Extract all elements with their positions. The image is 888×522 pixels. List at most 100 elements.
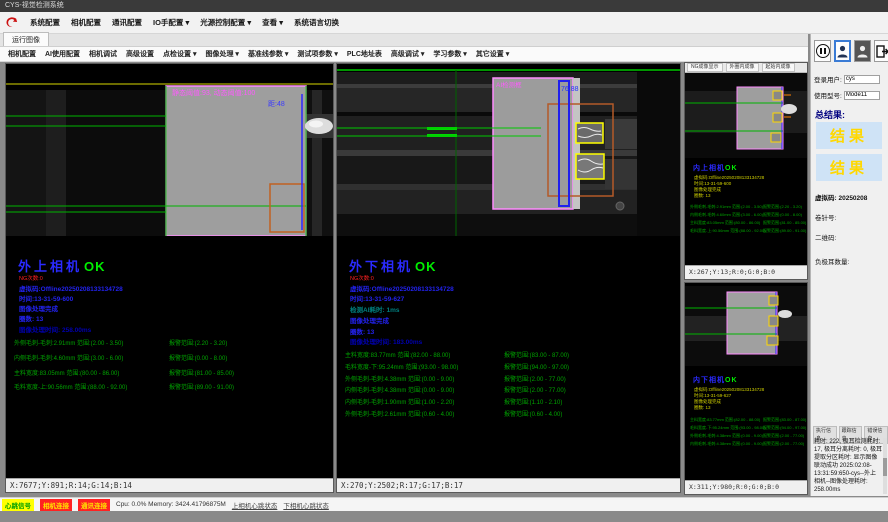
camera-connection-badge: 相机连接 <box>40 499 72 511</box>
camera1-title: 外上相机OK <box>18 256 106 275</box>
tool-camera-debug[interactable]: 相机调试 <box>89 49 117 59</box>
tool-camera-config[interactable]: 相机配置 <box>8 49 36 59</box>
pause-icon <box>816 44 830 58</box>
heartbeat-badge: 心跳信号 <box>2 499 34 511</box>
login-user-label: 登录用户: <box>814 74 842 84</box>
window-title: CYS-视觉检测系统 <box>5 2 64 9</box>
exit-door-icon <box>876 45 888 58</box>
user-icon <box>837 45 848 58</box>
tool-spot-check[interactable]: 点检设置 ▾ <box>163 49 196 59</box>
camera1-barcode: 虚拟码:Offline20250208133134728 <box>19 283 123 293</box>
camera1-proc-time: 图像处理时间: 258.00ms <box>19 324 91 334</box>
menu-io-config[interactable]: IO手配置 ▾ <box>153 17 189 28</box>
tool-other-settings[interactable]: 其它设置 ▾ <box>476 49 509 59</box>
preview-top-coordinate-bar: X:267;Y:13;R:0;G:0;B:0 <box>685 265 807 279</box>
user-dark-icon <box>857 45 868 58</box>
log-scrollbar[interactable] <box>883 438 887 494</box>
camera2-title: 外下相机OK <box>349 256 437 275</box>
menu-light-config[interactable]: 光源控制配置 ▾ <box>200 17 251 28</box>
alarm-range: 报警范围:(2.00 - 77.00) <box>504 374 566 383</box>
camera2-proc-time: 图像处理时间: 183.00ms <box>350 336 422 346</box>
upper-camera-heartbeat-link[interactable]: 上相机心跳状态 <box>232 500 278 510</box>
preview-tab-strip: NG成像显示 外圈内成像 起始内成像 <box>685 63 807 73</box>
menu-language-switch[interactable]: 系统语言切换 <box>294 17 339 28</box>
app-window: CYS-视觉检测系统 系统配置 相机配置 通讯配置 IO手配置 ▾ 光源控制配置… <box>0 0 888 522</box>
tab-ng-image[interactable]: NG成像显示 <box>687 63 723 72</box>
tool-learning-params[interactable]: 学习参数 ▾ <box>433 49 466 59</box>
tab-outer-ring-image[interactable]: 外圈内成像 <box>726 63 759 72</box>
camera2-done: 图像处理完成 <box>350 315 389 325</box>
control-button-row <box>814 40 888 62</box>
alarm-range: 报警范围:(83.00 - 87.00) <box>763 417 806 423</box>
preview-top-title: 内上相机OK <box>693 163 738 173</box>
measurement-row: 主料宽度:83.05mm 范围:(80.00 - 86.00) <box>14 368 119 377</box>
log-scrollbar-thumb[interactable] <box>883 458 887 476</box>
preview-panel-inner-top: NG成像显示 外圈内成像 起始内成像 内上相机OK 虚拟码:Offline202… <box>684 62 808 280</box>
model-row: 使用型号: <box>814 90 880 100</box>
camera1-status: OK <box>84 259 106 274</box>
menu-view[interactable]: 查看 ▾ <box>262 17 283 28</box>
barcode-row: 虚拟码: 20250208 <box>815 192 867 202</box>
camera2-barcode: 虚拟码:Offline20250208133134728 <box>350 283 454 293</box>
camera1-done: 图像处理完成 <box>19 303 58 313</box>
user-manage-button[interactable] <box>854 40 871 62</box>
measurement-row: 外侧毛刺-毛刺:4.38mm 范围:(0.00 - 9.00) <box>690 433 763 439</box>
ai-box-overlay-label: AI检测框 <box>496 80 522 89</box>
qr-code-row: 二维码: <box>815 232 836 242</box>
preview-bottom-coordinate-bar: X:311;Y:980;R:0;G:0;B:0 <box>685 480 807 494</box>
toolbar: 相机配置 AI使用配置 相机调试 高级设置 点检设置 ▾ 图像处理 ▾ 基准线参… <box>0 47 808 62</box>
alarm-range: 报警范围:(2.20 - 3.20) <box>763 204 802 210</box>
tool-advanced-settings[interactable]: 高级设置 <box>126 49 154 59</box>
menu-camera-config[interactable]: 相机配置 <box>71 17 101 28</box>
tool-advanced-debug[interactable]: 高级调试 ▾ <box>391 49 424 59</box>
preview-image-inner-top[interactable] <box>685 73 807 158</box>
measurement-row: 外侧毛刺-毛刺:2.61mm 范围:(0.60 - 4.00) <box>345 409 454 418</box>
preview-image-inner-bottom[interactable] <box>685 286 807 366</box>
app-logo-icon <box>4 15 19 30</box>
measurement-row: 外侧毛刺-毛刺:4.38mm 范围:(0.00 - 9.00) <box>345 374 454 383</box>
user-button[interactable] <box>834 40 851 62</box>
tab-strip: 运行图像 <box>0 34 808 47</box>
login-user-field[interactable] <box>844 75 880 84</box>
menu-system-config[interactable]: 系统配置 <box>30 17 60 28</box>
alarm-range: 报警范围:(94.00 - 97.00) <box>504 362 569 371</box>
tool-baseline-params[interactable]: 基准线参数 ▾ <box>248 49 288 59</box>
camera-image-outer-top[interactable]: 静态阈值:93, 动态阈值:100 距:48 <box>6 64 333 236</box>
tool-test-params[interactable]: 测试项参数 ▾ <box>297 49 337 59</box>
measurement-row: 内侧毛刺-毛刺:4.60mm 范围:(3.00 - 6.00) <box>690 212 763 218</box>
width-overlay-value: 76.88 <box>561 86 579 93</box>
preview-bottom-title: 内下相机OK <box>693 375 738 385</box>
tab-run-image[interactable]: 运行图像 <box>3 32 49 46</box>
status-bar: 心跳信号 相机连接 通讯连接 Cpu: 0.0% Memory: 3424.41… <box>0 497 888 511</box>
gap-overlay-label: 距:48 <box>268 100 285 108</box>
title-bar: CYS-视觉检测系统 <box>0 0 888 12</box>
camera2-ai-time: 检测AI耗时: 1ms <box>350 304 399 314</box>
tool-image-processing[interactable]: 图像处理 ▾ <box>205 49 238 59</box>
tool-ai-config[interactable]: AI使用配置 <box>45 49 80 59</box>
alarm-range: 报警范围:(81.00 - 85.00) <box>763 220 806 226</box>
lower-camera-heartbeat-link[interactable]: 下相机心跳状态 <box>283 500 329 510</box>
login-user-row: 登录用户: <box>814 74 880 84</box>
measurement-row: 毛料宽度-下:95.24mm 范围:(93.00 - 98.00) <box>690 425 766 431</box>
alarm-range: 报警范围:(89.00 - 91.00) <box>763 228 806 234</box>
alarm-range: 报警范围:(1.10 - 2.10) <box>504 397 562 406</box>
pin-number-row: 卷针号: <box>815 212 836 222</box>
camera-image-outer-bottom[interactable]: AI检测框 76.88 <box>337 64 680 236</box>
measurement-row: 毛料宽度-上:90.56mm 范围:(88.00 - 92.00) <box>14 382 127 391</box>
tab-start-image[interactable]: 起始内成像 <box>762 63 795 72</box>
camera1-coordinate-bar: X:7677;Y:891;R:14;G:14;B:14 <box>6 478 333 492</box>
tool-plc-address[interactable]: PLC地址表 <box>347 49 382 59</box>
exit-button[interactable] <box>874 40 888 62</box>
preview-info-line: 圈数: 13 <box>694 405 711 411</box>
measurement-row: 内侧毛刺-毛刺:1.90mm 范围:(1.00 - 2.20) <box>345 397 454 406</box>
menu-comm-config[interactable]: 通讯配置 <box>112 17 142 28</box>
measurement-row: 外侧毛刺-毛刺:2.91mm 范围:(2.00 - 3.50) <box>690 204 763 210</box>
measurement-row: 毛料宽度-上:90.56mm 范围:(88.00 - 92.00) <box>690 228 766 234</box>
camera-panel-outer-top: 静态阈值:93, 动态阈值:100 距:48 外上相机OK NG次数:0 虚拟码… <box>5 63 334 493</box>
pause-button[interactable] <box>814 40 831 62</box>
measurement-row: 主料宽度:83.05mm 范围:(80.00 - 86.00) <box>690 220 760 226</box>
camera2-ng-count: NG次数:0 <box>350 274 374 282</box>
camera1-time: 时间:13-31-59-600 <box>19 293 73 303</box>
model-field[interactable] <box>844 91 880 100</box>
result-badge-1: 结果 <box>816 122 882 149</box>
